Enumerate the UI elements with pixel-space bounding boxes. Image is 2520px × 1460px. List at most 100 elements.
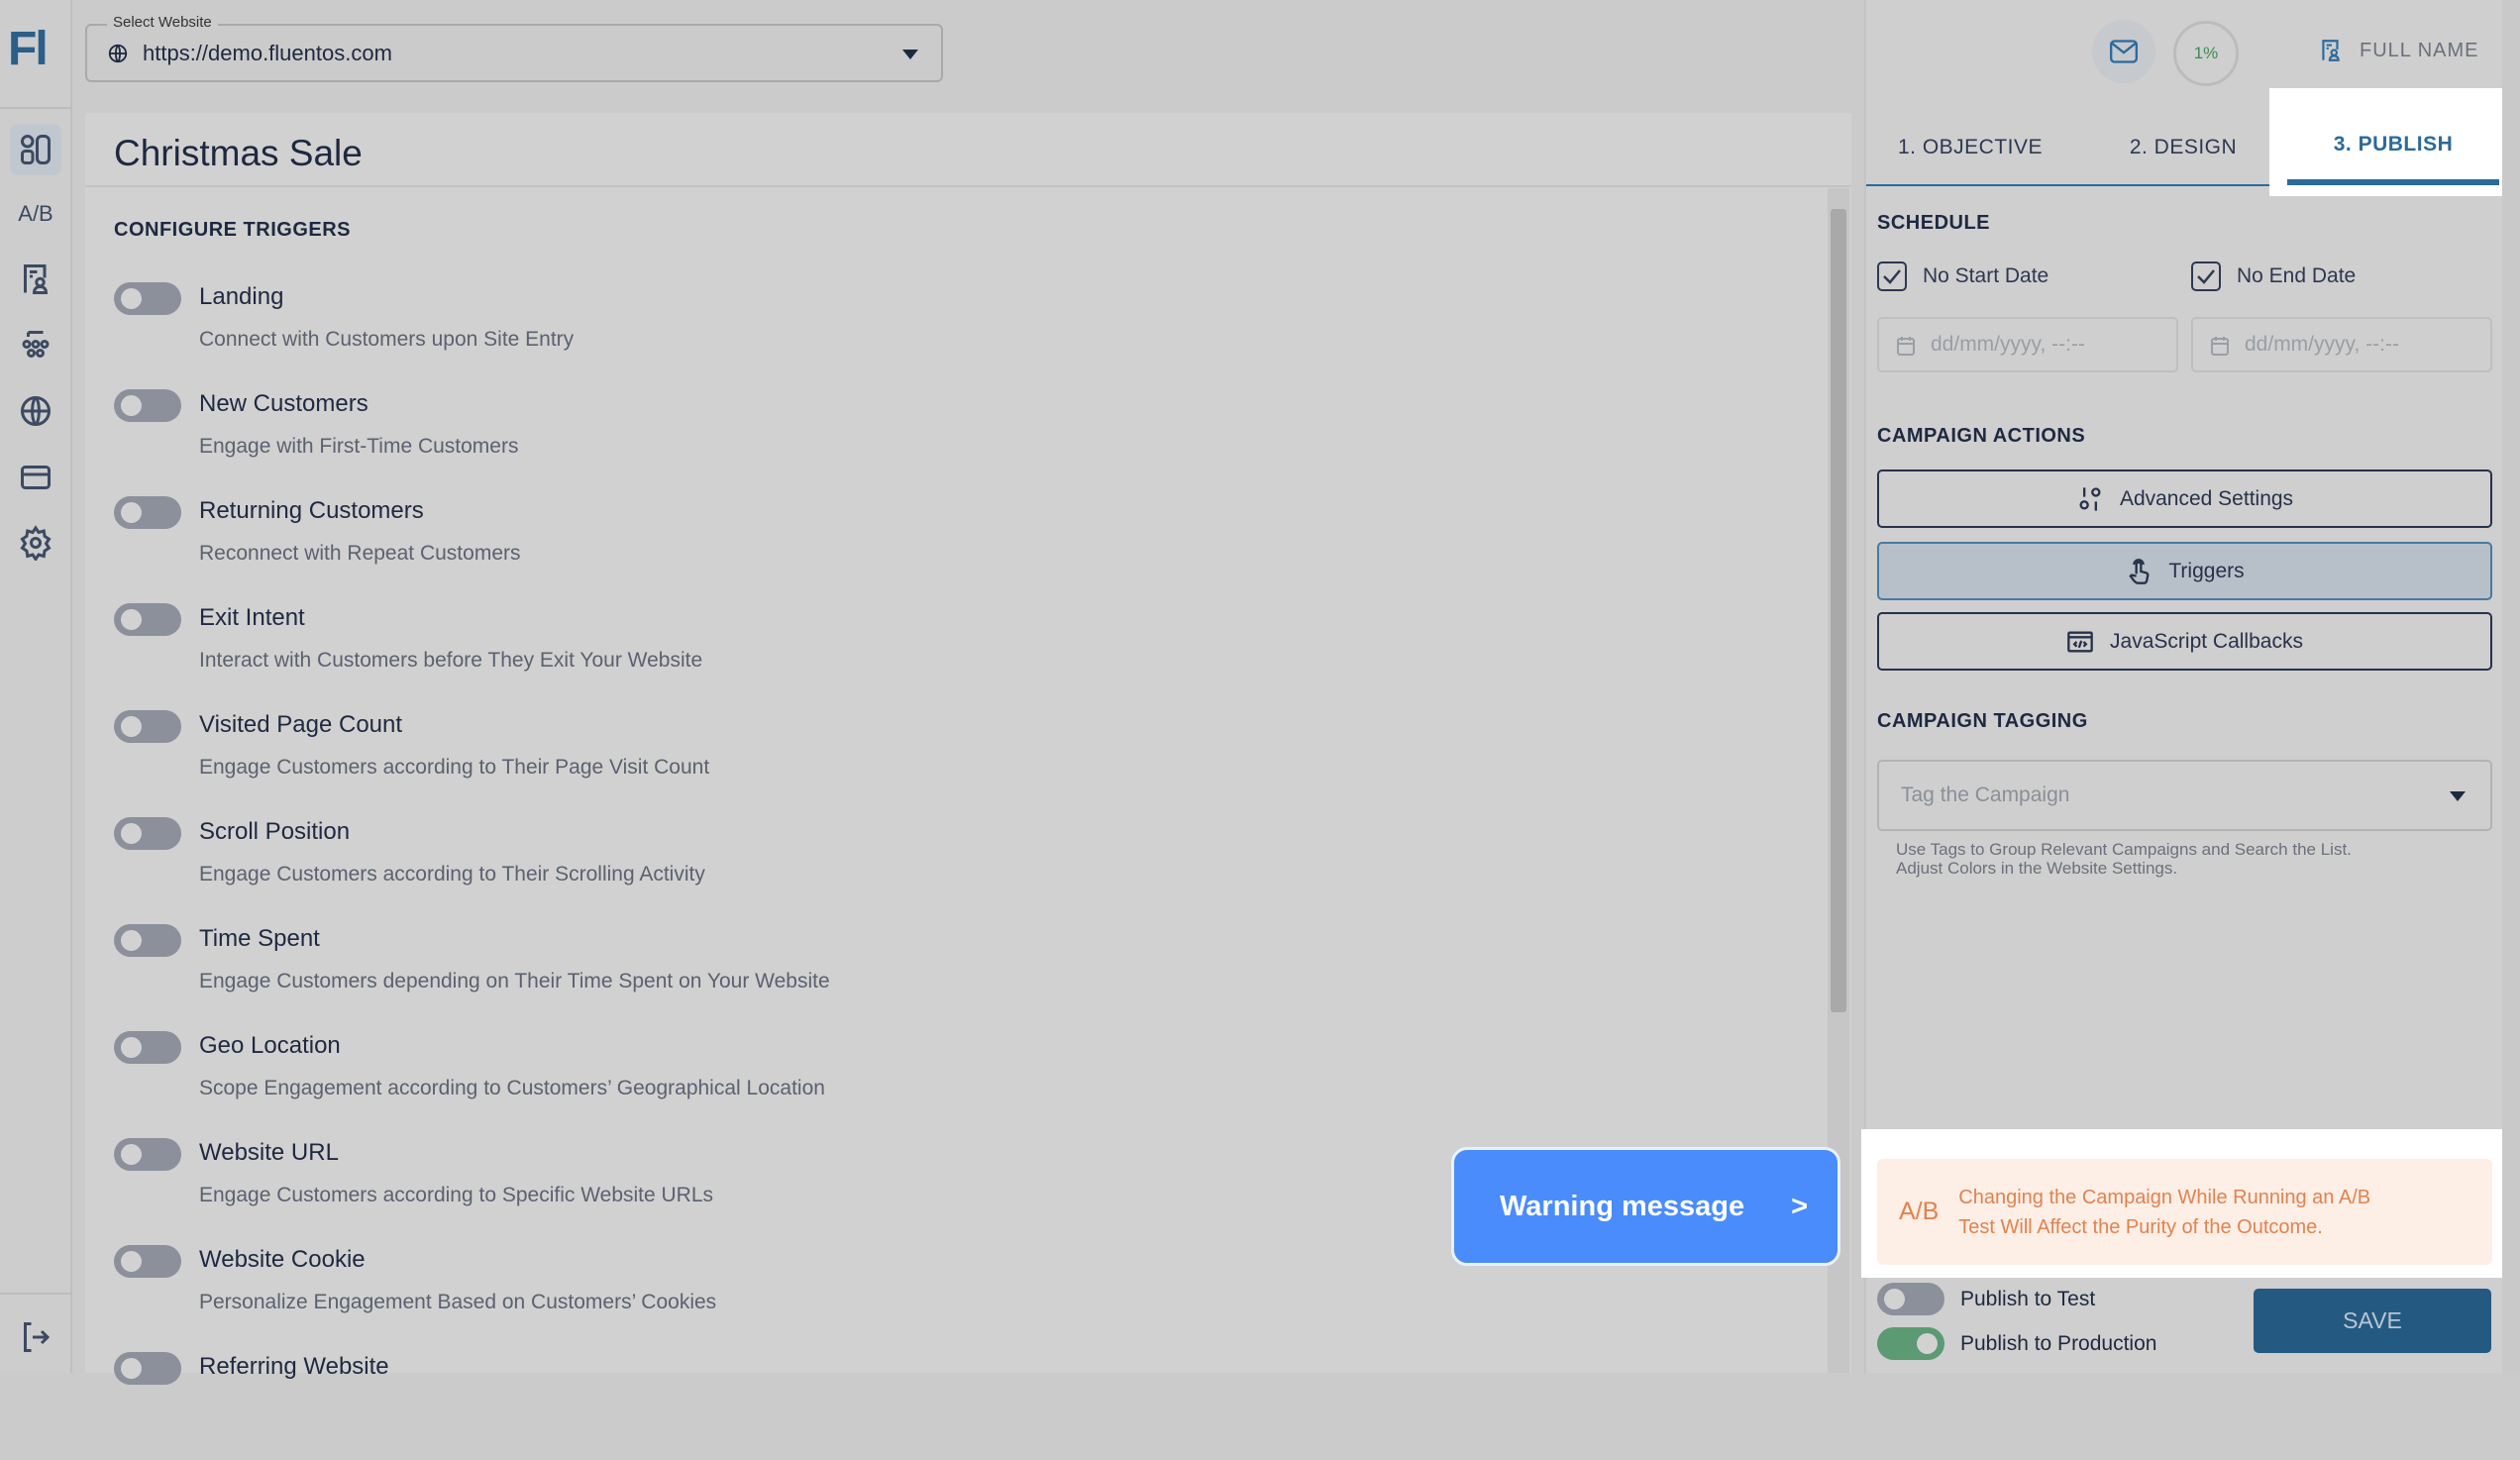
divider	[0, 107, 70, 109]
save-button[interactable]: SAVE	[2254, 1289, 2491, 1353]
publish-to-test-toggle[interactable]: Publish to Test	[1877, 1283, 2095, 1315]
page-title: Christmas Sale	[114, 133, 363, 173]
tag-select[interactable]: Tag the Campaign	[1877, 760, 2492, 831]
chevron-down-icon	[2450, 791, 2466, 801]
scrollbar[interactable]	[2502, 0, 2520, 1373]
warning-text: Test Will Affect the Purity of the Outco…	[1958, 1215, 2323, 1238]
no-end-date-checkbox[interactable]: No End Date	[2191, 261, 2356, 291]
advanced-settings-button[interactable]: Advanced Settings	[1877, 469, 2492, 528]
trigger-row: Exit Intent Interact with Customers befor…	[114, 603, 1798, 711]
trigger-row: Geo Location Scope Engagement according t…	[114, 1031, 1798, 1139]
warning-callout[interactable]: Warning message >	[1451, 1147, 1840, 1266]
publish-to-production-toggle[interactable]: Publish to Production	[1877, 1327, 2156, 1360]
messages-button[interactable]	[2092, 20, 2155, 83]
checkbox-checked[interactable]	[1877, 261, 1907, 291]
button-label: JavaScript Callbacks	[2110, 629, 2303, 653]
trigger-toggle[interactable]	[114, 1245, 181, 1278]
ab-badge-icon: A/B	[1899, 1198, 1940, 1225]
tab-objective[interactable]: 1. OBJECTIVE	[1866, 109, 2074, 185]
progress-value: 1%	[2193, 44, 2219, 62]
start-date-input[interactable]: dd/mm/yyyy, --:--	[1877, 317, 2178, 372]
toggle-switch[interactable]	[1877, 1327, 1944, 1360]
checkbox-label: No Start Date	[1923, 264, 2049, 287]
sidebar-item-billing[interactable]	[10, 452, 61, 503]
trigger-toggle[interactable]	[114, 817, 181, 850]
trigger-description: Scope Engagement according to Customers’…	[199, 1077, 825, 1099]
toggle-switch[interactable]	[1877, 1283, 1944, 1315]
trigger-toggle[interactable]	[114, 1138, 181, 1171]
sidebar-item-websites[interactable]	[10, 385, 61, 437]
trigger-description: Engage Customers according to Their Scro…	[199, 863, 705, 886]
trigger-row: Landing Connect with Customers upon Site …	[114, 282, 1798, 390]
pointer-hand-icon	[2129, 558, 2150, 584]
trigger-toggle[interactable]	[114, 603, 181, 636]
divider	[85, 185, 1851, 187]
user-menu[interactable]: FULL NAME	[2318, 36, 2479, 65]
trigger-row: Referring Website	[114, 1352, 1798, 1460]
trigger-toggle[interactable]	[114, 1031, 181, 1064]
website-select-label: Select Website	[107, 14, 218, 31]
trigger-description: Connect with Customers upon Site Entry	[199, 328, 575, 351]
sidebar-item-contacts[interactable]	[10, 254, 61, 305]
website-select[interactable]: Select Website https://demo.fluentos.com	[85, 14, 943, 82]
trigger-description: Engage Customers according to Their Page…	[199, 756, 710, 779]
tag-hint-line: Use Tags to Group Relevant Campaigns and…	[1896, 840, 2352, 859]
trigger-row: Visited Page Count Engage Customers accor…	[114, 710, 1798, 818]
no-start-date-checkbox[interactable]: No Start Date	[1877, 261, 2048, 291]
tag-select-placeholder: Tag the Campaign	[1901, 783, 2070, 806]
warning-text: Changing the Campaign While Running an A…	[1958, 1186, 2371, 1208]
trigger-title: Website Cookie	[199, 1246, 366, 1273]
trigger-title: Returning Customers	[199, 497, 424, 524]
end-date-input[interactable]: dd/mm/yyyy, --:--	[2191, 317, 2492, 372]
checkbox-checked[interactable]	[2191, 261, 2221, 291]
button-label: Advanced Settings	[2119, 486, 2294, 510]
sidebar-item-dashboard[interactable]	[10, 124, 61, 175]
calendar-icon	[1897, 337, 1915, 356]
trigger-row: Time Spent Engage Customers depending on …	[114, 924, 1798, 1032]
trigger-description: Engage Customers according to Specific W…	[199, 1184, 714, 1206]
logout-icon	[24, 1322, 51, 1352]
check-icon	[2197, 269, 2215, 284]
trigger-toggle[interactable]	[114, 710, 181, 743]
triggers-button[interactable]: Triggers	[1877, 542, 2492, 600]
javascript-callbacks-button[interactable]: JavaScript Callbacks	[1877, 612, 2492, 671]
progress-indicator: 1%	[2173, 21, 2239, 86]
user-card-icon	[2322, 40, 2340, 61]
ab-warning: A/B Changing the Campaign While Running …	[1877, 1159, 2492, 1265]
trigger-toggle[interactable]	[114, 282, 181, 315]
trigger-toggle[interactable]	[114, 496, 181, 529]
trigger-description: Personalize Engagement Based on Customer…	[199, 1291, 717, 1313]
trigger-toggle[interactable]	[114, 389, 181, 422]
dashboard-icon	[21, 135, 51, 164]
tab-design[interactable]: 2. DESIGN	[2079, 109, 2287, 185]
campaign-actions-heading: CAMPAIGN ACTIONS	[1877, 425, 2086, 447]
check-icon	[1883, 269, 1901, 284]
mail-icon	[2110, 40, 2138, 63]
globe-icon	[108, 44, 128, 63]
campaign-tagging-heading: CAMPAIGN TAGGING	[1877, 710, 2088, 732]
callout-label: Warning message	[1500, 1190, 1745, 1222]
sidebar-item-ab-test[interactable]: A/B	[10, 188, 61, 240]
section-heading: CONFIGURE TRIGGERS	[114, 219, 352, 241]
website-select-value: https://demo.fluentos.com	[143, 41, 392, 65]
trigger-title: Visited Page Count	[199, 711, 403, 738]
contact-card-icon	[24, 264, 49, 294]
button-label: Triggers	[2168, 559, 2245, 582]
trigger-title: New Customers	[199, 390, 368, 417]
date-placeholder: dd/mm/yyyy, --:--	[2245, 333, 2399, 356]
logout-button[interactable]	[10, 1311, 61, 1363]
globe-icon	[21, 396, 51, 426]
trigger-toggle[interactable]	[114, 924, 181, 957]
trigger-title: Website URL	[199, 1139, 339, 1166]
scrollbar-thumb[interactable]	[1831, 209, 1846, 1012]
tag-hint-line: Adjust Colors in the Website Settings.	[1896, 859, 2178, 878]
tab-publish[interactable]: 3. PUBLISH	[2287, 109, 2499, 185]
sidebar-item-settings[interactable]	[10, 517, 61, 569]
chevron-right-icon: >	[1791, 1190, 1808, 1222]
chevron-down-icon	[902, 50, 918, 59]
trigger-description: Engage with First-Time Customers	[199, 435, 519, 458]
users-group-icon	[22, 331, 50, 358]
sidebar-item-audience[interactable]	[10, 320, 61, 371]
trigger-toggle[interactable]	[114, 1352, 181, 1385]
trigger-title: Landing	[199, 283, 284, 310]
